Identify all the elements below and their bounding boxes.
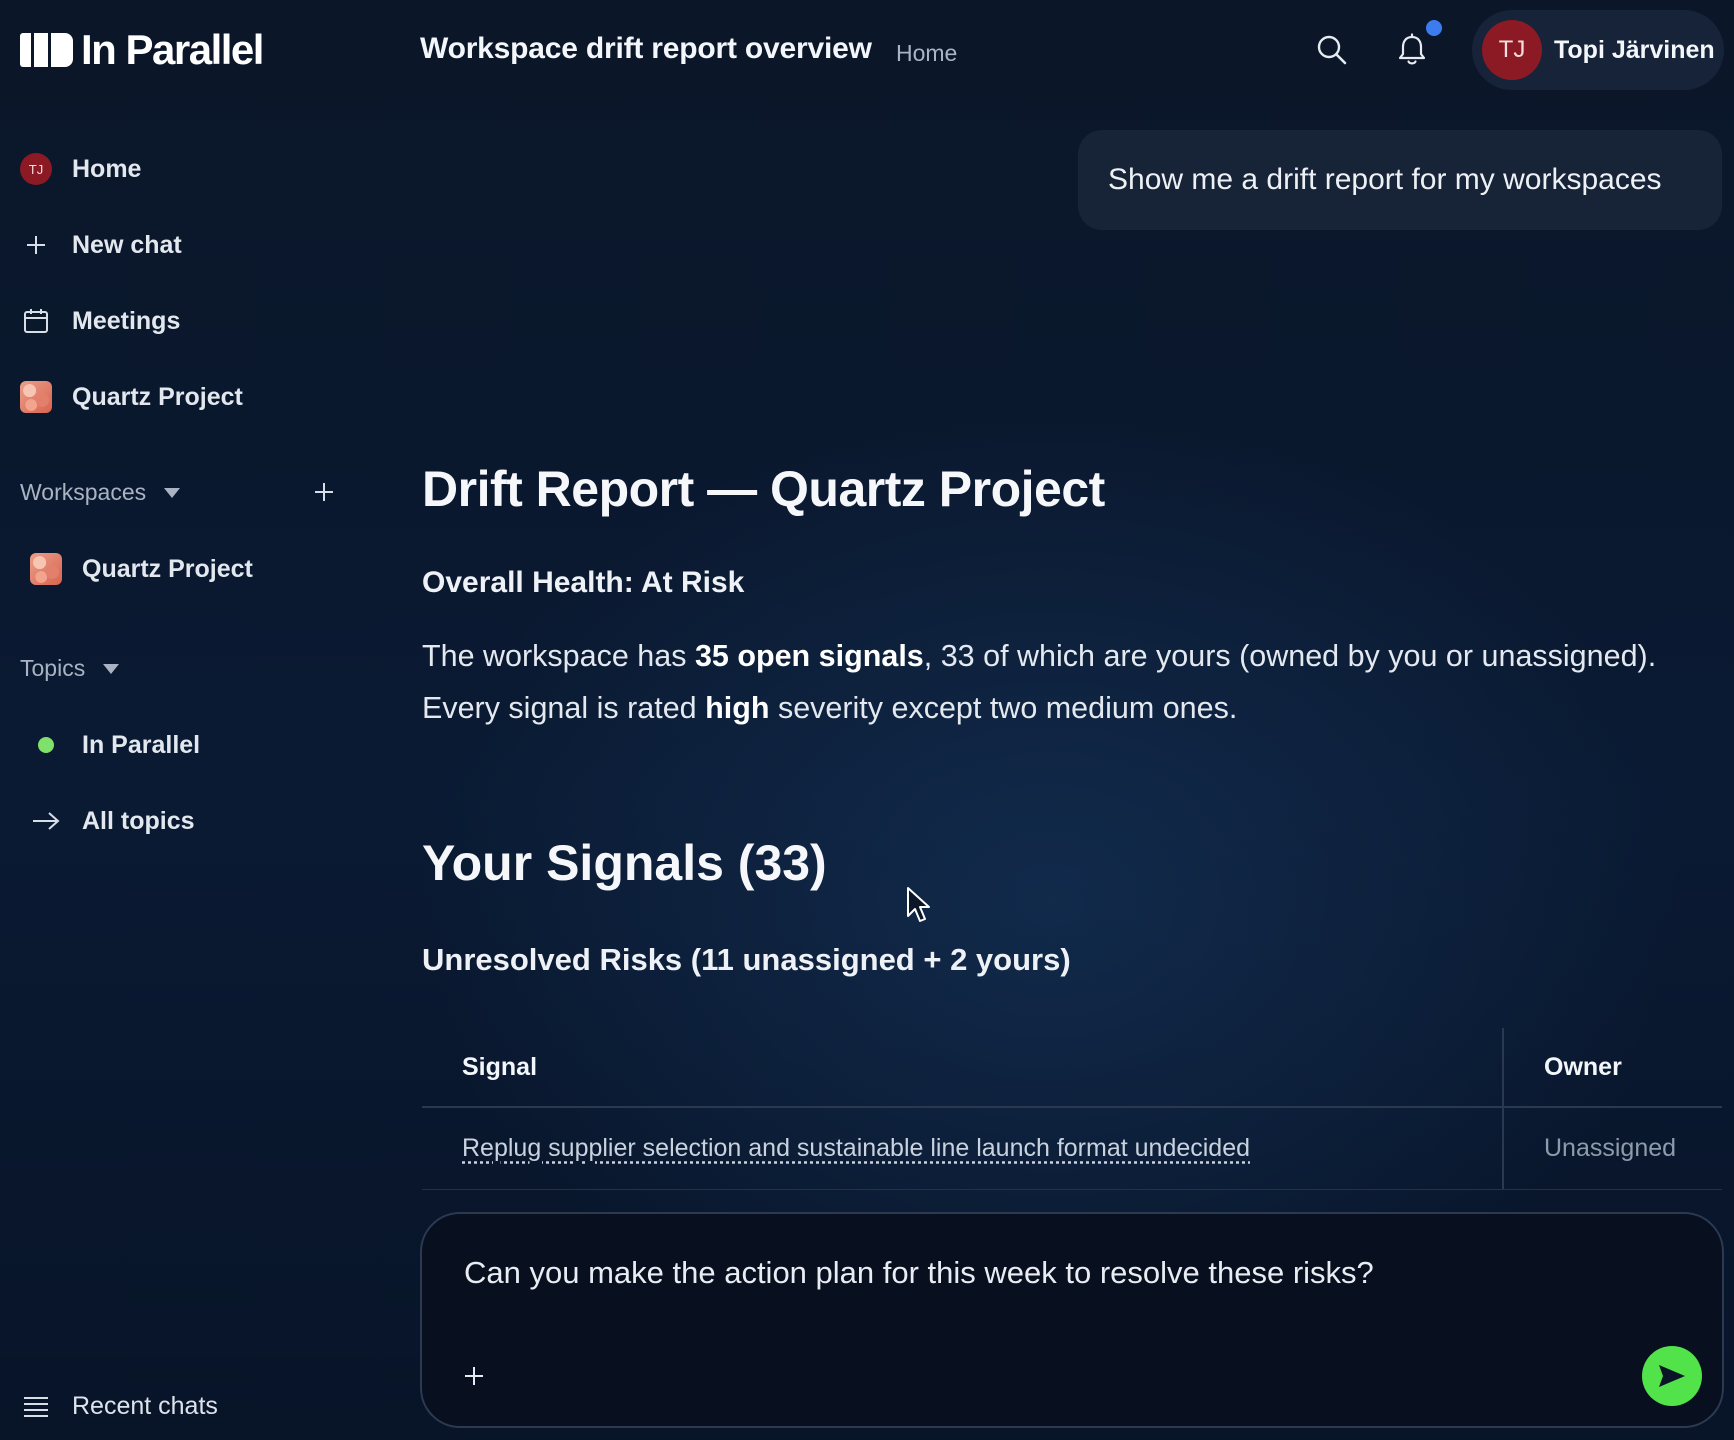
summary-text: severity except two medium ones. [769,691,1238,725]
quartz-thumbnail-icon [20,381,52,413]
bell-icon [1398,33,1426,65]
topic-item-label: In Parallel [82,730,201,759]
summary-severity: high [705,691,770,725]
home-avatar-icon: TJ [20,153,52,185]
search-button[interactable] [1312,30,1352,70]
mouse-cursor-icon [907,887,930,922]
workspace-item-quartz-project[interactable]: Quartz Project [30,553,253,585]
user-menu[interactable]: TJ Topi Järvinen [1472,10,1724,90]
signals-heading: Your Signals (33) [422,835,827,891]
recent-chats-button[interactable]: Recent chats [20,1390,218,1422]
workspace-item-label: Quartz Project [82,554,253,583]
send-button[interactable] [1642,1346,1702,1406]
breadcrumb[interactable]: Home [896,40,957,67]
topic-item-label: All topics [82,806,195,835]
summary-open-signals: 35 open signals [694,639,924,673]
chevron-down-icon [103,663,120,674]
logo-mark [20,32,73,68]
plus-icon [20,229,52,261]
topics-heading: Topics [20,655,86,681]
attach-button[interactable] [460,1362,488,1390]
topic-item-all-topics[interactable]: All topics [30,805,195,837]
user-name: Topi Järvinen [1554,35,1715,64]
workspaces-section-toggle[interactable]: Workspaces [20,479,181,506]
arrow-right-icon [30,805,62,837]
chevron-down-icon [164,487,181,498]
sidebar-item-meetings[interactable]: Meetings [20,305,180,337]
report-summary: The workspace has 35 open signals, 33 of… [422,630,1712,734]
sidebar-item-new-chat[interactable]: New chat [20,229,182,261]
calendar-icon [20,305,52,337]
table-row: Replug supplier selection and sustainabl… [422,1108,1722,1190]
summary-text: The workspace has [422,639,695,673]
page-title: Workspace drift report overview [420,32,872,65]
search-icon [1317,35,1347,65]
sidebar-item-quartz-project[interactable]: Quartz Project [20,381,243,413]
owner-value: Unassigned [1544,1134,1677,1162]
column-header-signal: Signal [462,1052,538,1081]
topic-item-in-parallel[interactable]: In Parallel [30,729,200,761]
user-message-bubble: Show me a drift report for my workspaces [1078,130,1722,230]
plus-icon [315,483,333,501]
sidebar-item-home[interactable]: TJ Home [20,153,141,185]
workspaces-heading: Workspaces [20,479,147,505]
sidebar-item-label: Quartz Project [72,382,243,411]
sidebar-item-label: Meetings [72,306,181,335]
send-icon [1659,1365,1685,1387]
risks-subheading: Unresolved Risks (11 unassigned + 2 your… [422,942,1071,977]
table-header-row: Signal Owner [422,1028,1722,1108]
plus-icon [465,1367,483,1385]
quartz-thumbnail-icon [30,553,62,585]
recent-chats-label: Recent chats [72,1391,218,1420]
sidebar-item-label: New chat [72,230,182,259]
logo-text: In Parallel [81,26,264,73]
signals-table: Signal Owner Replug supplier selection a… [422,1028,1722,1190]
avatar: TJ [1482,20,1542,80]
signal-link[interactable]: Replug supplier selection and sustainabl… [462,1134,1250,1163]
topics-section-toggle[interactable]: Topics [20,655,120,682]
status-dot-icon [30,729,62,761]
report-title: Drift Report — Quartz Project [422,461,1105,517]
app-window: In Parallel Workspace drift report overv… [0,0,1734,1440]
message-input[interactable] [462,1254,1662,1292]
notification-badge [1426,20,1442,36]
add-workspace-button[interactable] [310,478,338,506]
sidebar-item-label: Home [72,154,142,183]
column-header-owner: Owner [1544,1052,1622,1081]
notifications-button[interactable] [1392,30,1432,70]
message-composer [420,1212,1724,1428]
app-logo[interactable]: In Parallel [20,26,264,73]
menu-icon [20,1390,52,1422]
avatar: TJ [20,153,52,185]
health-status: Overall Health: At Risk [422,566,745,599]
